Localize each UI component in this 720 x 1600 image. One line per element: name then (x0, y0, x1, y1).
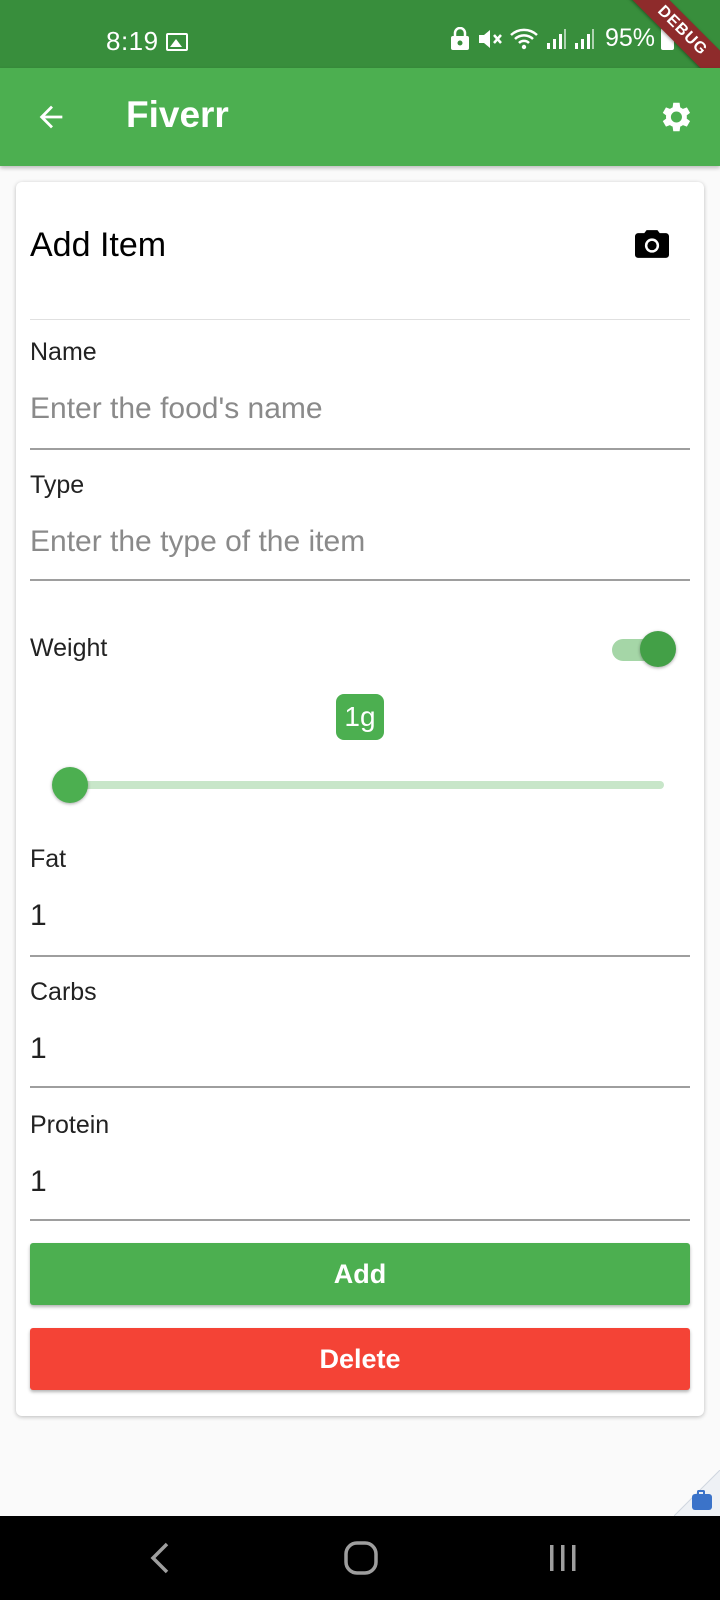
add-button[interactable]: Add (30, 1243, 690, 1305)
nav-recents-button[interactable] (533, 1530, 593, 1586)
weight-label: Weight (30, 634, 108, 662)
fat-underline (30, 955, 690, 957)
card-divider (30, 319, 690, 320)
gallery-icon (166, 33, 188, 51)
type-input[interactable] (30, 522, 690, 562)
nav-recents-icon (550, 1545, 576, 1571)
status-icons: 95% (449, 24, 674, 53)
add-item-card: Add Item Name Type Weight 1g Fat Carbs P… (16, 182, 704, 1416)
name-label: Name (30, 338, 97, 366)
carbs-underline (30, 1086, 690, 1088)
nav-home-icon (344, 1541, 378, 1575)
back-arrow-icon (39, 105, 63, 129)
fat-input[interactable] (30, 896, 690, 936)
back-button[interactable] (26, 92, 76, 142)
system-nav-bar (0, 1516, 720, 1600)
slider-value-bubble: 1g (336, 694, 384, 740)
nav-back-button[interactable] (130, 1530, 190, 1586)
type-underline (30, 579, 690, 581)
protein-input[interactable] (30, 1162, 690, 1202)
protein-label: Protein (30, 1111, 110, 1139)
toggle-thumb (640, 631, 676, 667)
nav-home-button[interactable] (331, 1530, 391, 1586)
card-title: Add Item (30, 226, 167, 264)
mute-icon (478, 29, 502, 48)
slider-thumb[interactable] (52, 767, 88, 803)
battery-percent: 95% (604, 24, 655, 52)
protein-field: Protein (30, 1111, 690, 1221)
wifi-icon (510, 28, 538, 49)
camera-icon (635, 230, 669, 258)
camera-button[interactable] (630, 222, 674, 266)
fat-field: Fat (30, 845, 690, 957)
nav-back-icon (150, 1542, 169, 1574)
app-bar: Fiverr (0, 68, 720, 166)
protein-underline (30, 1219, 690, 1221)
briefcase-icon[interactable] (692, 1490, 712, 1510)
name-field: Name (30, 338, 690, 450)
carbs-field: Carbs (30, 978, 690, 1088)
name-underline (30, 448, 690, 450)
weight-slider[interactable] (70, 781, 664, 789)
type-label: Type (30, 471, 85, 499)
signal-icon (546, 28, 566, 49)
type-field: Type (30, 471, 690, 581)
lock-icon (450, 26, 469, 50)
signal-icon (574, 28, 594, 49)
delete-button[interactable]: Delete (30, 1328, 690, 1390)
carbs-label: Carbs (30, 978, 97, 1006)
settings-gear-icon (662, 102, 691, 132)
settings-button[interactable] (650, 92, 700, 142)
name-input[interactable] (30, 389, 690, 429)
weight-toggle[interactable] (608, 629, 676, 669)
fat-label: Fat (30, 845, 67, 873)
status-time: 8:19 (106, 26, 159, 56)
status-bar: 8:19 95% DEBUG (0, 0, 720, 97)
app-title: Fiverr (126, 94, 229, 135)
carbs-input[interactable] (30, 1029, 690, 1069)
